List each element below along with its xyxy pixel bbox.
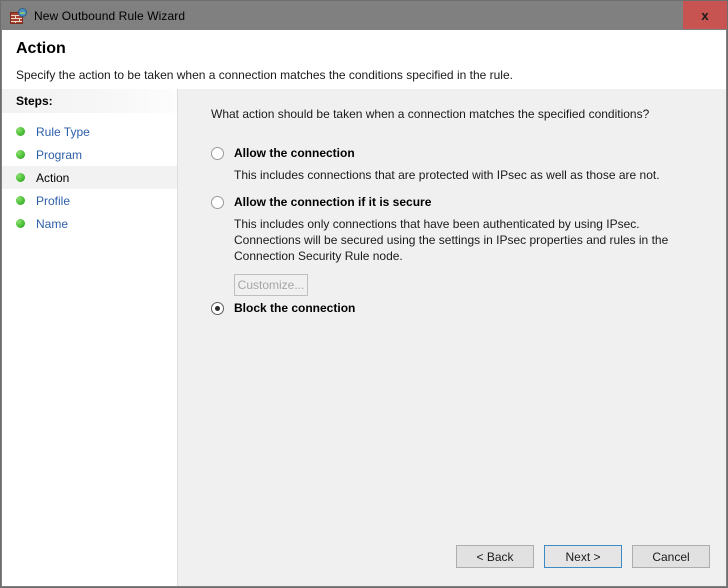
steps-list: Rule Type Program Action Profile Name — [2, 113, 177, 235]
steps-sidebar: Steps: Rule Type Program Action Profile — [2, 89, 178, 586]
radio-allow-the-connection[interactable] — [211, 147, 224, 160]
sidebar-item-label: Rule Type — [36, 124, 90, 139]
step-bullet-icon — [16, 150, 25, 159]
step-bullet-icon — [16, 173, 25, 182]
radio-allow-if-secure[interactable] — [211, 196, 224, 209]
sidebar-item-label: Program — [36, 147, 83, 162]
firewall-globe-icon — [10, 7, 27, 24]
sidebar-item-action[interactable]: Action — [2, 166, 177, 189]
sidebar-item-label: Name — [36, 216, 69, 231]
option-description: This includes connections that are prote… — [234, 168, 660, 182]
step-bullet-icon — [16, 219, 25, 228]
page-subtitle: Specify the action to be taken when a co… — [16, 68, 513, 82]
next-button[interactable]: Next > — [544, 545, 622, 568]
close-icon[interactable]: x — [683, 1, 727, 29]
cancel-button[interactable]: Cancel — [632, 545, 710, 568]
sidebar-item-rule-type[interactable]: Rule Type — [2, 120, 177, 143]
content-panel: What action should be taken when a conne… — [178, 89, 726, 586]
sidebar-item-label: Profile — [36, 193, 71, 208]
sidebar-item-profile[interactable]: Profile — [2, 189, 177, 212]
option-allow-the-connection: Allow the connection This includes conne… — [211, 146, 710, 183]
option-label[interactable]: Allow the connection — [234, 146, 355, 160]
page-title: Action — [16, 40, 66, 57]
wizard-window: New Outbound Rule Wizard x Action Specif… — [0, 0, 728, 588]
customize-button: Customize... — [234, 274, 308, 296]
sidebar-item-name[interactable]: Name — [2, 212, 177, 235]
action-question: What action should be taken when a conne… — [211, 107, 650, 121]
sidebar-item-label: Action — [36, 170, 70, 185]
wizard-footer: < Back Next > Cancel — [456, 545, 710, 568]
step-bullet-icon — [16, 127, 25, 136]
back-button[interactable]: < Back — [456, 545, 534, 568]
option-block-the-connection: Block the connection — [211, 301, 710, 315]
option-description: This includes only connections that have… — [234, 217, 669, 263]
sidebar-item-program[interactable]: Program — [2, 143, 177, 166]
step-bullet-icon — [16, 196, 25, 205]
window-title: New Outbound Rule Wizard — [34, 8, 186, 23]
option-allow-if-secure: Allow the connection if it is secure Thi… — [211, 195, 710, 296]
page-header: Action Specify the action to be taken wh… — [2, 30, 726, 89]
steps-heading: Steps: — [2, 89, 177, 113]
option-label[interactable]: Allow the connection if it is secure — [234, 195, 431, 209]
title-bar: New Outbound Rule Wizard x — [1, 1, 727, 30]
wizard-body: Steps: Rule Type Program Action Profile — [2, 89, 726, 586]
radio-block-the-connection[interactable] — [211, 302, 224, 315]
option-label[interactable]: Block the connection — [234, 301, 355, 315]
